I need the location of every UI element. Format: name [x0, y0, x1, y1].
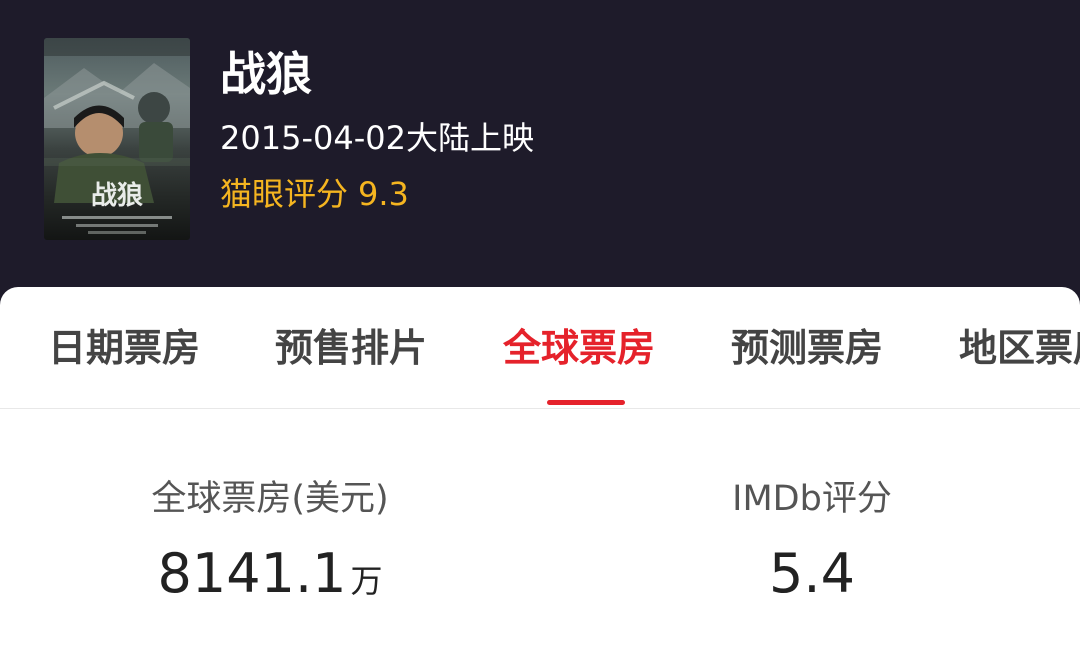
release-date: 2015-04-02大陆上映: [220, 119, 534, 157]
poster-title-art: 战狼: [91, 180, 143, 211]
global-box-office-stat: 全球票房(美元) 8141.1 万: [110, 477, 430, 612]
box-office-panel: 日期票房 预售排片 全球票房 预测票房 地区票房 全球票房(美元) 8141.1…: [0, 287, 1080, 663]
movie-header: 战狼 战狼 2015-04-02大陆上映 猫眼评分 9.3: [0, 0, 1080, 300]
imdb-value: 5.4: [769, 542, 855, 605]
imdb-label: IMDb评分: [732, 479, 892, 519]
active-tab-indicator: [547, 400, 625, 405]
maoyan-score: 猫眼评分 9.3: [220, 173, 409, 215]
tab-regional-box-office[interactable]: 地区票房: [959, 323, 1080, 373]
imdb-stat: IMDb评分 5.4: [652, 477, 972, 605]
tab-bar: 日期票房 预售排片 全球票房 预测票房 地区票房: [0, 287, 1080, 409]
movie-title: 战狼: [220, 47, 312, 101]
global-box-office-number: 8141.1: [157, 542, 347, 605]
tab-daily-box-office[interactable]: 日期票房: [48, 323, 200, 373]
tab-forecast-box-office[interactable]: 预测票房: [731, 323, 883, 373]
score-label: 猫眼评分: [220, 175, 349, 213]
global-box-office-value: 8141.1 万: [110, 543, 430, 612]
poster-artwork: 战狼: [44, 38, 190, 234]
score-value: 9.3: [358, 175, 409, 213]
tab-global-box-office[interactable]: 全球票房: [503, 323, 655, 373]
global-box-office-unit: 万: [350, 562, 383, 600]
tab-presale-schedule[interactable]: 预售排片: [275, 323, 427, 373]
global-box-office-label: 全球票房(美元): [151, 479, 389, 519]
movie-poster[interactable]: 战狼: [44, 38, 190, 240]
